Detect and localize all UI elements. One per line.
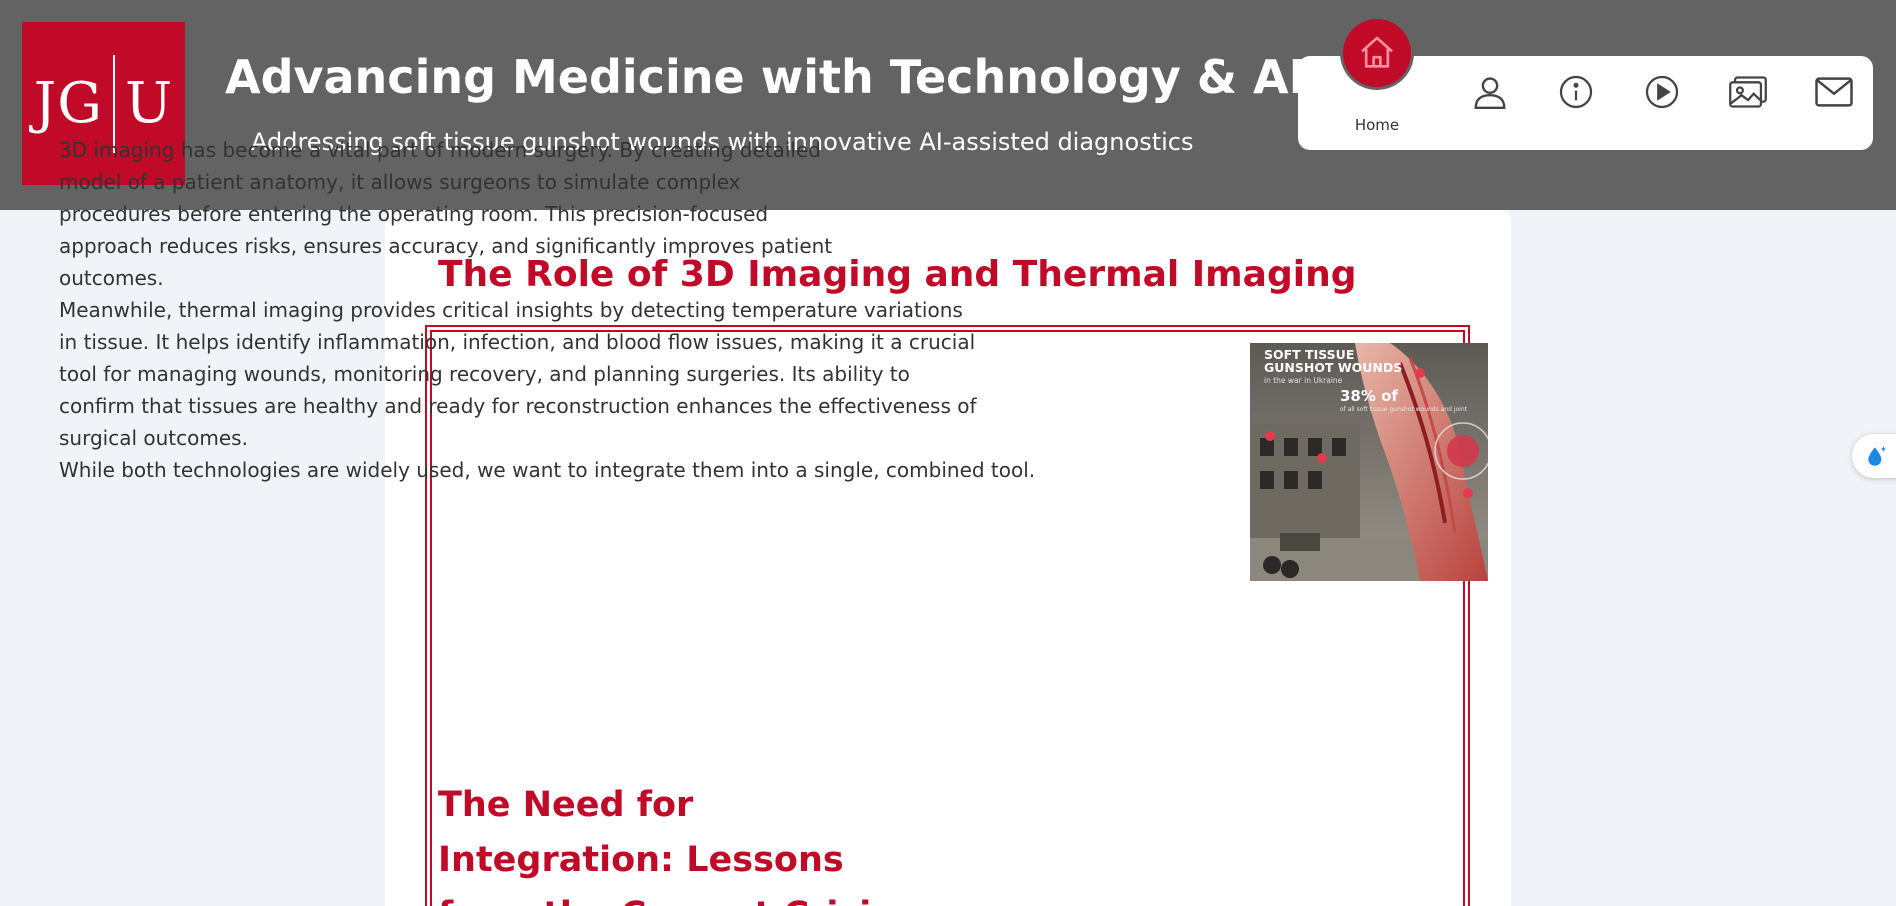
gunshot-wounds-infographic: SOFT TISSUE GUNSHOT WOUNDS in the war in… <box>1250 343 1488 581</box>
user-icon <box>1474 77 1506 110</box>
body-text: 3D imaging has become a vital part of mo… <box>59 134 1079 486</box>
paragraph-3d-imaging: 3D imaging has become a vital part of mo… <box>59 138 833 290</box>
logo-text-u: U <box>124 71 174 136</box>
second-section-title: The Need for Integration: Lessons from t… <box>438 785 892 906</box>
paragraph-integration: While both technologies are widely used,… <box>59 458 1036 482</box>
info-nav-button[interactable] <box>1554 70 1598 114</box>
home-nav-label[interactable]: Home <box>1340 116 1414 134</box>
home-nav-button[interactable] <box>1340 16 1414 90</box>
info-icon <box>1559 75 1593 109</box>
water-drop-icon <box>1868 446 1887 466</box>
infographic-title-2: GUNSHOT WOUNDS <box>1264 360 1402 375</box>
site-title: Advancing Medicine with Technology & AI <box>225 50 1306 104</box>
contact-nav-button[interactable] <box>1812 70 1856 114</box>
home-icon <box>1361 36 1393 68</box>
infographic-caption: in the war in Ukraine <box>1264 376 1343 385</box>
infographic-stat: 38% of <box>1340 387 1398 405</box>
accessibility-tab[interactable] <box>1852 434 1896 478</box>
profile-nav-button[interactable] <box>1468 70 1512 114</box>
gallery-nav-button[interactable] <box>1726 70 1770 114</box>
gallery-icon <box>1729 76 1767 108</box>
paragraph-thermal-imaging: Meanwhile, thermal imaging provides crit… <box>59 298 977 450</box>
play-icon <box>1645 75 1679 109</box>
logo-text-jg: JG <box>33 71 103 136</box>
infographic-stat-sub: of all soft tissue gunshot wounds and jo… <box>1340 406 1468 413</box>
video-nav-button[interactable] <box>1640 70 1684 114</box>
mail-icon <box>1815 77 1853 107</box>
main-nav: Home <box>1298 16 1873 150</box>
